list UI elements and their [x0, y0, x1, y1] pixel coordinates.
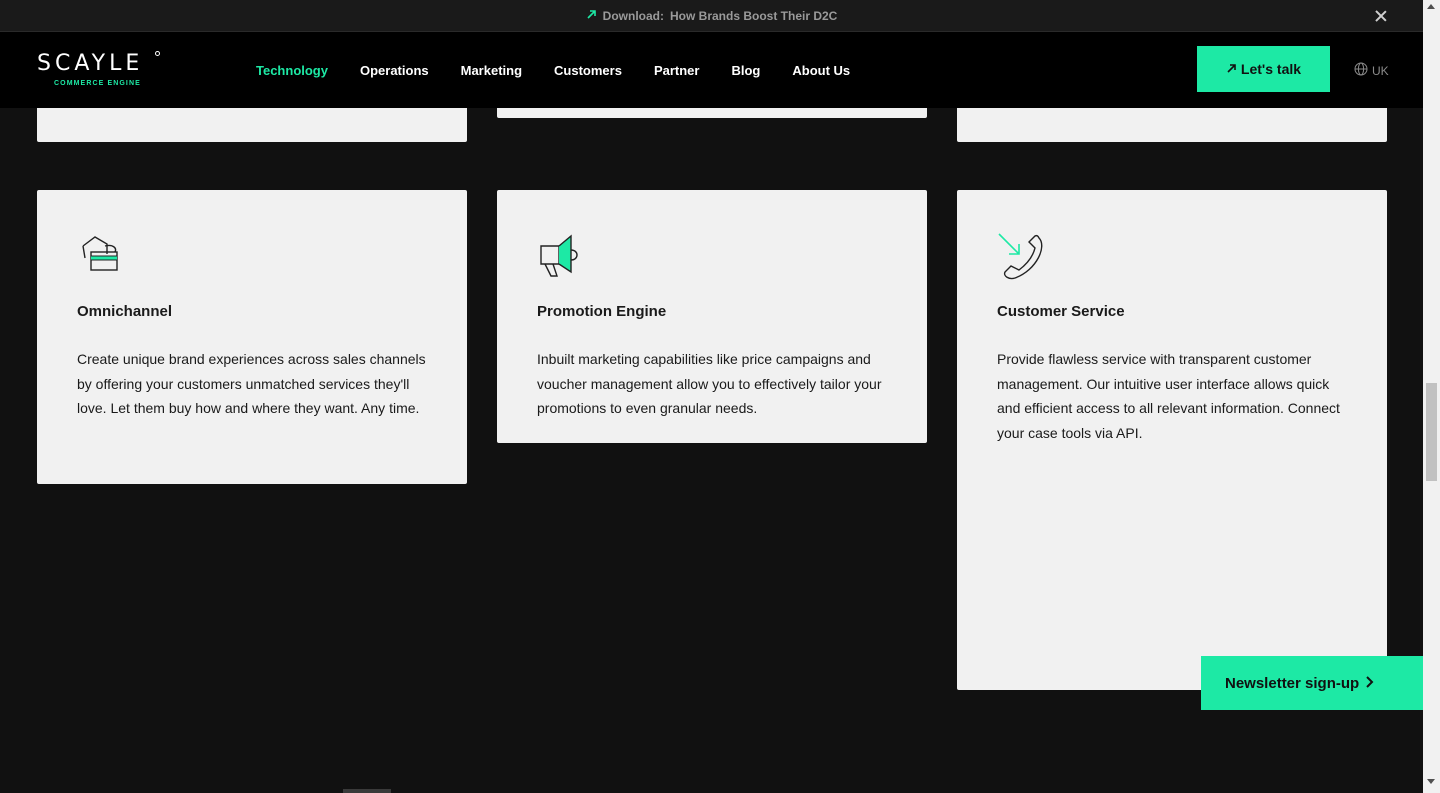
newsletter-label: Newsletter sign-up	[1225, 674, 1360, 692]
phone-icon	[997, 232, 1045, 280]
scroll-up-arrow-icon[interactable]	[1427, 4, 1435, 9]
card-description: Create unique brand experiences across s…	[77, 351, 426, 416]
page: Download: How Brands Boost Their D2C SCA…	[0, 0, 1440, 793]
card-title: Customer Service	[997, 303, 1125, 320]
announcement-bar: Download: How Brands Boost Their D2C	[0, 0, 1423, 32]
registered-mark-icon	[155, 51, 160, 56]
main-nav: Technology Operations Marketing Customer…	[256, 32, 850, 108]
nav-item-customers[interactable]: Customers	[554, 63, 622, 78]
feature-card-promotion-engine: Promotion Engine Inbuilt marketing capab…	[497, 190, 927, 443]
arrow-up-right-icon	[1226, 61, 1237, 77]
language-label: UK	[1372, 63, 1389, 78]
nav-item-partner[interactable]: Partner	[654, 63, 700, 78]
card-title: Omnichannel	[77, 303, 173, 320]
scroll-down-arrow-icon[interactable]	[1427, 779, 1435, 784]
language-selector[interactable]: UK	[1354, 62, 1389, 79]
announcement-link[interactable]: Download: How Brands Boost Their D2C	[586, 8, 838, 23]
announcement-label: Download:	[602, 8, 664, 23]
megaphone-icon	[537, 232, 585, 280]
logo-wordmark: SCAYLE	[37, 51, 144, 76]
scrollbar-thumb[interactable]	[1426, 383, 1437, 481]
nav-item-blog[interactable]: Blog	[731, 63, 760, 78]
card-description: Inbuilt marketing capabilities like pric…	[537, 351, 882, 416]
globe-icon	[1354, 62, 1368, 79]
nav-item-technology[interactable]: Technology	[256, 63, 328, 78]
lets-talk-button[interactable]: Let's talk	[1197, 46, 1330, 92]
feature-card-customer-service: Customer Service Provide flawless servic…	[957, 190, 1387, 690]
nav-item-marketing[interactable]: Marketing	[461, 63, 522, 78]
feature-card-omnichannel: Omnichannel Create unique brand experien…	[37, 190, 467, 484]
site-header: SCAYLE COMMERCE ENGINE Technology Operat…	[0, 32, 1423, 108]
newsletter-signup-button[interactable]: Newsletter sign-up	[1201, 656, 1423, 710]
nav-item-about-us[interactable]: About Us	[792, 63, 850, 78]
card-title: Promotion Engine	[537, 303, 667, 320]
nav-item-operations[interactable]: Operations	[360, 63, 429, 78]
scayle-logo[interactable]: SCAYLE COMMERCE ENGINE	[37, 51, 167, 89]
announcement-text: How Brands Boost Their D2C	[669, 8, 838, 23]
bottom-divider	[343, 789, 391, 793]
close-icon[interactable]	[1373, 8, 1389, 24]
vertical-scrollbar[interactable]	[1423, 0, 1440, 793]
omnichannel-icon	[77, 232, 125, 280]
logo-tagline: COMMERCE ENGINE	[54, 80, 141, 87]
lets-talk-label: Let's talk	[1240, 61, 1302, 77]
card-description: Provide flawless service with transparen…	[997, 351, 1340, 441]
chevron-right-icon	[1365, 675, 1375, 692]
arrow-up-right-icon	[586, 9, 597, 23]
